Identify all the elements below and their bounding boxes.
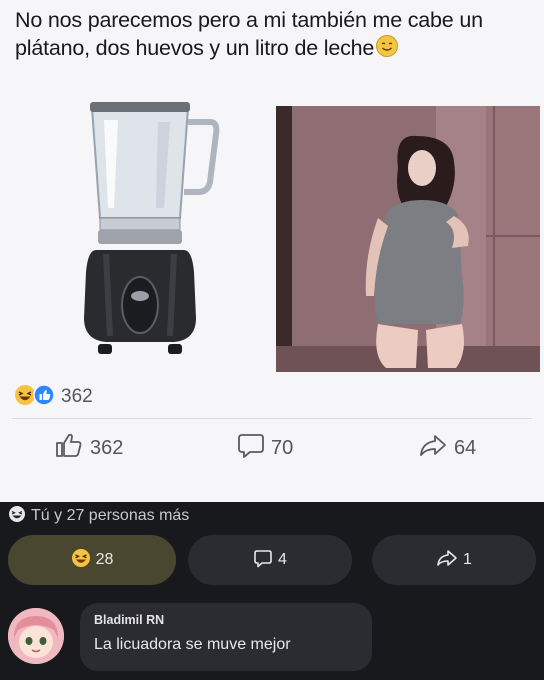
shares-count: 1	[463, 551, 472, 568]
post-caption: No nos parecemos pero a mi también me ca…	[15, 6, 515, 65]
reactions-summary[interactable]: 362	[14, 383, 93, 411]
like-count: 362	[90, 436, 124, 459]
like-button[interactable]: 362	[54, 432, 123, 464]
thumbs-up-icon	[54, 431, 84, 465]
haha-icon	[71, 548, 91, 573]
comment-bubble[interactable]: Bladimil RN La licuadora se muve mejor	[80, 603, 372, 671]
share-arrow-icon	[436, 548, 458, 573]
reaction-total: 362	[61, 386, 93, 407]
comment-icon	[253, 548, 273, 573]
smiling-face-icon	[375, 34, 399, 65]
comment-button[interactable]: 70	[237, 432, 293, 464]
blender-image	[84, 102, 220, 354]
friends-text: Tú y 27 personas más	[31, 507, 190, 524]
comments-count: 4	[278, 551, 287, 568]
like-icon	[33, 383, 55, 411]
react-count: 28	[95, 551, 114, 568]
meme-post: No nos parecemos pero a mi también me ca…	[0, 0, 544, 502]
share-count: 64	[454, 436, 477, 459]
comment-text: La licuadora se muve mejor	[94, 636, 291, 653]
share-arrow-icon	[418, 431, 448, 465]
comment-author[interactable]: Bladimil RN	[94, 613, 164, 627]
avatar[interactable]	[8, 608, 64, 664]
divider	[12, 418, 532, 419]
comments-button[interactable]: 4	[188, 535, 352, 585]
shares-button[interactable]: 1	[372, 535, 536, 585]
comment-icon	[237, 431, 265, 465]
woman-photo	[276, 106, 540, 372]
friends-reactions[interactable]: Tú y 27 personas más	[8, 505, 189, 527]
comment-count: 70	[271, 436, 294, 459]
haha-icon	[8, 505, 26, 528]
react-button[interactable]: 28	[8, 535, 176, 585]
share-button[interactable]: 64	[418, 432, 476, 464]
